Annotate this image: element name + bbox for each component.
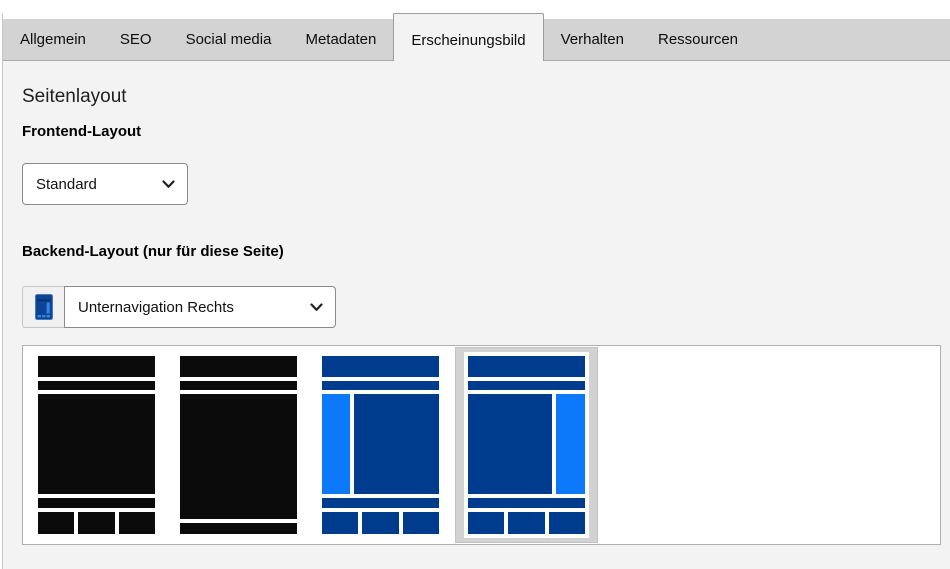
layout-region — [180, 523, 297, 534]
backend-layout-options — [22, 345, 941, 545]
layout-region — [322, 381, 439, 390]
layout-region — [468, 381, 585, 390]
layout-option-4-selected[interactable] — [455, 347, 598, 543]
tab-label: Allgemein — [20, 31, 86, 48]
page-properties-window: Allgemein SEO Social media Metadaten Erschei… — [0, 0, 950, 569]
tab-metadaten[interactable]: Metadaten — [288, 13, 393, 60]
chevron-down-icon — [162, 180, 175, 189]
layout-region — [180, 381, 297, 390]
layout-region — [354, 394, 439, 494]
tab-ressourcen[interactable]: Ressourcen — [641, 13, 755, 60]
layout-region — [180, 356, 297, 377]
tab-allgemein[interactable]: Allgemein — [3, 13, 103, 60]
layout-region — [468, 356, 585, 377]
tab-social-media[interactable]: Social media — [169, 13, 289, 60]
tab-content-erscheinungsbild: Seitenlayout Frontend-Layout Standard Ba… — [3, 61, 950, 569]
backend-layout-select[interactable]: Unternavigation Rechts — [64, 286, 336, 328]
page-title: Seitenlayout — [22, 86, 950, 108]
layout-region — [180, 394, 297, 519]
layout-option-1[interactable] — [38, 356, 155, 534]
frontend-layout-selected-value: Standard — [36, 176, 97, 193]
layout-option-2[interactable] — [180, 356, 297, 534]
backend-layout-icon — [22, 286, 64, 328]
layout-region — [549, 512, 585, 534]
tab-label: Verhalten — [561, 31, 624, 48]
frontend-layout-select[interactable]: Standard — [22, 163, 188, 205]
layout-region — [403, 512, 439, 534]
layout-region — [362, 512, 398, 534]
layout-option-3[interactable] — [322, 356, 439, 534]
tab-erscheinungsbild[interactable]: Erscheinungsbild — [393, 13, 543, 61]
layout-region — [119, 512, 155, 534]
layout-region — [322, 356, 439, 377]
layout-region — [38, 394, 155, 494]
layout-region — [508, 512, 544, 534]
tab-bar: Allgemein SEO Social media Metadaten Erschei… — [3, 13, 950, 61]
backend-layout-input-group: Unternavigation Rechts — [22, 286, 950, 328]
layout-region — [322, 512, 358, 534]
tab-label: Metadaten — [305, 31, 376, 48]
layout-region — [38, 381, 155, 390]
tab-label: SEO — [120, 31, 152, 48]
layout-region — [38, 512, 74, 534]
frontend-layout-label: Frontend-Layout — [22, 123, 950, 140]
layout-region — [556, 394, 585, 494]
tab-label: Erscheinungsbild — [411, 32, 525, 49]
tab-label: Ressourcen — [658, 31, 738, 48]
layout-region — [468, 498, 585, 508]
layout-region — [322, 498, 439, 508]
tab-verhalten[interactable]: Verhalten — [544, 13, 641, 60]
form-panel: Allgemein SEO Social media Metadaten Erschei… — [2, 13, 950, 569]
layout-region — [78, 512, 114, 534]
layout-region — [322, 394, 350, 494]
layout-region — [468, 512, 504, 534]
layout-region — [38, 356, 155, 377]
chevron-down-icon — [310, 303, 323, 312]
layout-region — [468, 394, 552, 494]
backend-layout-label: Backend-Layout (nur für diese Seite) — [22, 243, 950, 260]
tab-label: Social media — [186, 31, 272, 48]
layout-region — [38, 498, 155, 508]
tab-seo[interactable]: SEO — [103, 13, 169, 60]
backend-layout-selected-value: Unternavigation Rechts — [78, 299, 234, 316]
